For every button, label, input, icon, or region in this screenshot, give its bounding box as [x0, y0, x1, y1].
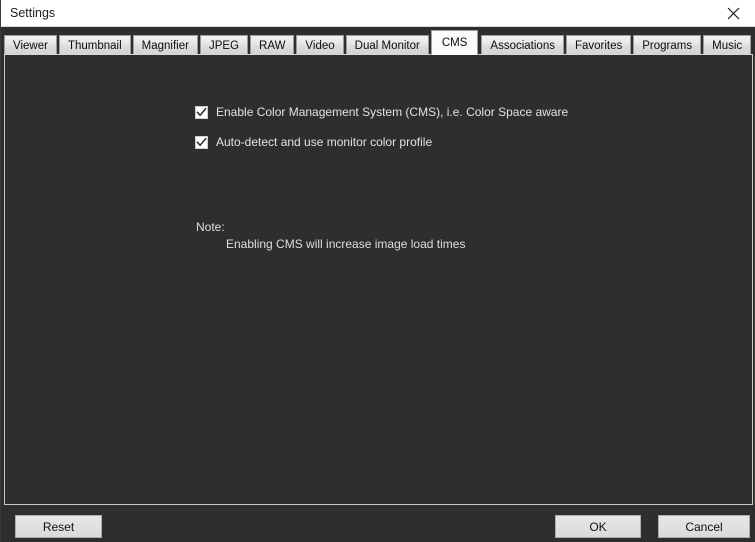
- checkmark-icon: [196, 137, 207, 147]
- window-title: Settings: [10, 6, 56, 20]
- cms-settings-panel: Enable Color Management System (CMS), i.…: [4, 54, 753, 505]
- auto-detect-profile-checkbox[interactable]: [195, 136, 208, 149]
- reset-button[interactable]: Reset: [15, 515, 102, 538]
- tab-dual-monitor[interactable]: Dual Monitor: [345, 35, 429, 55]
- auto-detect-profile-label: Auto-detect and use monitor color profil…: [216, 135, 433, 149]
- tab-magnifier[interactable]: Magnifier: [132, 35, 198, 55]
- note-title: Note:: [196, 220, 225, 234]
- tab-programs[interactable]: Programs: [633, 35, 702, 55]
- enable-cms-row[interactable]: Enable Color Management System (CMS), i.…: [195, 105, 568, 120]
- tab-favorites[interactable]: Favorites: [565, 35, 632, 55]
- tab-video[interactable]: Video: [296, 35, 344, 55]
- cancel-button[interactable]: Cancel: [658, 515, 750, 538]
- title-bar: Settings: [1, 0, 755, 27]
- close-icon: [727, 7, 740, 19]
- tab-jpeg[interactable]: JPEG: [199, 35, 249, 55]
- enable-cms-checkbox[interactable]: [195, 106, 208, 119]
- tab-raw[interactable]: RAW: [250, 35, 295, 55]
- tab-strip: Viewer Thumbnail Magnifier JPEG RAW Vide…: [1, 27, 755, 55]
- tab-associations[interactable]: Associations: [481, 35, 564, 55]
- tab-music[interactable]: Music: [703, 35, 752, 55]
- enable-cms-label: Enable Color Management System (CMS), i.…: [216, 105, 569, 119]
- auto-detect-profile-row[interactable]: Auto-detect and use monitor color profil…: [195, 135, 432, 150]
- settings-window: Settings Viewer Thumbnail Magnifier JPEG…: [0, 0, 755, 542]
- dialog-button-bar: Reset OK Cancel: [1, 506, 755, 542]
- tab-list: Viewer Thumbnail Magnifier JPEG RAW Vide…: [4, 27, 753, 55]
- ok-button[interactable]: OK: [555, 515, 641, 538]
- checkmark-icon: [196, 107, 207, 117]
- close-button[interactable]: [711, 0, 755, 26]
- note-body: Enabling CMS will increase image load ti…: [226, 237, 466, 251]
- tab-cms[interactable]: CMS: [430, 30, 479, 55]
- tab-thumbnail[interactable]: Thumbnail: [58, 35, 131, 55]
- tab-viewer[interactable]: Viewer: [4, 35, 57, 55]
